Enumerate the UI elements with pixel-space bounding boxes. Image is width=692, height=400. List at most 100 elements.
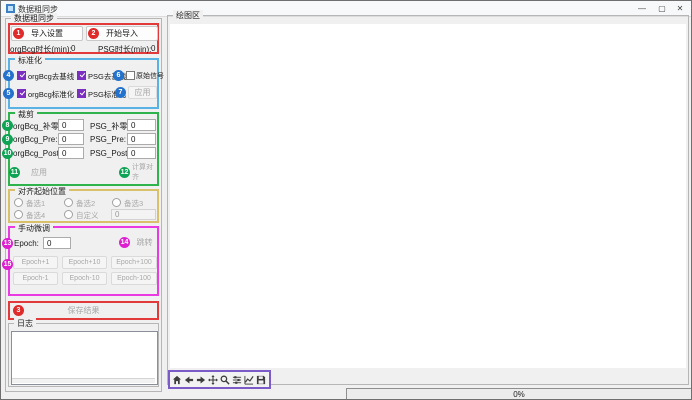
callout-badge-7: 7 bbox=[115, 87, 126, 98]
subplots-icon[interactable] bbox=[231, 374, 242, 385]
calc-align-button[interactable]: 计算对齐 bbox=[131, 165, 159, 179]
log-textarea[interactable] bbox=[11, 331, 158, 385]
epoch-label: Epoch: bbox=[14, 239, 39, 248]
epoch-plus10-button[interactable]: Epoch+10 bbox=[62, 256, 107, 269]
start-import-label: 开始导入 bbox=[106, 28, 138, 39]
callout-badge-6: 6 bbox=[113, 70, 124, 81]
zoom-icon[interactable] bbox=[219, 374, 230, 385]
normalize-highlight-box: 标准化 bbox=[8, 58, 159, 109]
save-icon[interactable] bbox=[255, 374, 266, 385]
epoch-minus10-button[interactable]: Epoch-10 bbox=[62, 272, 107, 285]
align-group-title: 对齐起始位置 bbox=[15, 186, 69, 197]
plot-toolbar bbox=[168, 370, 271, 389]
align-custom-value: 0 bbox=[115, 210, 119, 219]
psg-post-input[interactable]: 0 bbox=[127, 147, 156, 159]
epoch-plus10-label: Epoch+10 bbox=[69, 259, 101, 266]
callout-badge-15: 15 bbox=[2, 259, 13, 270]
epoch-value: 0 bbox=[47, 239, 51, 248]
align-option4-label: 备选4 bbox=[26, 210, 45, 221]
callout-badge-11: 11 bbox=[9, 167, 20, 178]
forward-icon[interactable] bbox=[195, 374, 206, 385]
normalize-apply-button[interactable]: 应用 bbox=[128, 86, 157, 99]
plot-canvas[interactable] bbox=[170, 24, 686, 368]
align-option1-label: 备选1 bbox=[26, 198, 45, 209]
home-icon[interactable] bbox=[171, 374, 182, 385]
psg-duration-label: PSG时长(min): bbox=[98, 44, 151, 55]
log-scrollbar-horizontal[interactable] bbox=[12, 378, 155, 383]
psg-detrend-checkbox[interactable] bbox=[77, 71, 86, 80]
orgbcg-pre-value: 0 bbox=[62, 135, 66, 144]
orgbcg-pre-input[interactable]: 0 bbox=[58, 133, 84, 145]
callout-badge-3: 3 bbox=[13, 305, 24, 316]
orgbcg-detrend-checkbox[interactable] bbox=[17, 71, 26, 80]
epoch-minus1-label: Epoch-1 bbox=[22, 275, 48, 282]
callout-badge-9: 9 bbox=[2, 134, 13, 145]
finetune-group-title: 手动微调 bbox=[15, 223, 53, 234]
psg-pre-input[interactable]: 0 bbox=[127, 133, 156, 145]
align-custom-radio[interactable] bbox=[64, 210, 73, 219]
psg-pre-value: 0 bbox=[131, 135, 135, 144]
align-option2-radio[interactable] bbox=[64, 198, 73, 207]
callout-badge-10: 10 bbox=[2, 148, 13, 159]
app-window: 数据粗同步 — ▢ ✕ 数据粗同步 导入设置 1 开始导入 2 orgBcg时长… bbox=[0, 0, 692, 400]
progress-value: 0% bbox=[513, 390, 525, 399]
callout-badge-12: 12 bbox=[119, 167, 130, 178]
psg-post-label: PSG_Post: bbox=[90, 149, 130, 158]
close-button[interactable]: ✕ bbox=[671, 1, 689, 16]
epoch-plus1-button[interactable]: Epoch+1 bbox=[13, 256, 58, 269]
pan-icon[interactable] bbox=[207, 374, 218, 385]
normalize-apply-label: 应用 bbox=[135, 87, 151, 98]
epoch-plus100-button[interactable]: Epoch+100 bbox=[111, 256, 157, 269]
crop-apply-label: 应用 bbox=[31, 167, 47, 178]
minimize-button[interactable]: — bbox=[633, 1, 651, 16]
callout-badge-1: 1 bbox=[13, 28, 24, 39]
callout-badge-14: 14 bbox=[119, 237, 130, 248]
normalize-group-title: 标准化 bbox=[15, 55, 45, 66]
jump-label: 跳转 bbox=[137, 237, 153, 248]
epoch-minus1-button[interactable]: Epoch-1 bbox=[13, 272, 58, 285]
align-option2-label: 备选2 bbox=[76, 198, 95, 209]
orgbcg-norm-label: orgBcg标准化 bbox=[28, 89, 74, 100]
save-results-label: 保存结果 bbox=[68, 305, 100, 316]
orgbcg-pad-label: orgBcg_补零: bbox=[13, 121, 61, 132]
orgbcg-duration-value: 0 bbox=[71, 44, 75, 53]
callout-badge-13: 13 bbox=[2, 238, 13, 249]
raw-signal-checkbox[interactable] bbox=[126, 71, 135, 80]
psg-pad-value: 0 bbox=[131, 121, 135, 130]
align-custom-input[interactable]: 0 bbox=[111, 209, 156, 220]
orgbcg-norm-checkbox[interactable] bbox=[17, 89, 26, 98]
align-option3-radio[interactable] bbox=[112, 198, 121, 207]
back-icon[interactable] bbox=[183, 374, 194, 385]
psg-pad-label: PSG_补零: bbox=[90, 121, 130, 132]
customize-icon[interactable] bbox=[243, 374, 254, 385]
crop-apply-button[interactable]: 应用 bbox=[22, 165, 56, 179]
epoch-plus100-label: Epoch+100 bbox=[116, 259, 152, 266]
orgbcg-post-label: orgBcg_Post: bbox=[13, 149, 61, 158]
epoch-plus1-label: Epoch+1 bbox=[22, 259, 50, 266]
orgbcg-pre-label: orgBcg_Pre: bbox=[13, 135, 57, 144]
progress-bar: 0% bbox=[346, 388, 692, 400]
epoch-input[interactable]: 0 bbox=[43, 237, 71, 249]
crop-group-title: 裁剪 bbox=[15, 109, 37, 120]
orgbcg-duration-label: orgBcg时长(min): bbox=[10, 44, 72, 55]
epoch-minus100-button[interactable]: Epoch-100 bbox=[111, 272, 157, 285]
import-settings-label: 导入设置 bbox=[31, 28, 63, 39]
psg-duration-value: 0 bbox=[151, 44, 155, 53]
log-group-title: 日志 bbox=[14, 318, 36, 329]
psg-pad-input[interactable]: 0 bbox=[127, 119, 156, 131]
raw-signal-label: 原始信号 bbox=[136, 71, 164, 81]
save-results-button[interactable]: 保存结果 bbox=[11, 303, 156, 317]
align-option4-radio[interactable] bbox=[14, 210, 23, 219]
callout-badge-4: 4 bbox=[3, 70, 14, 81]
psg-norm-checkbox[interactable] bbox=[77, 89, 86, 98]
psg-pre-label: PSG_Pre: bbox=[90, 135, 126, 144]
orgbcg-pad-input[interactable]: 0 bbox=[58, 119, 84, 131]
orgbcg-post-input[interactable]: 0 bbox=[58, 147, 84, 159]
jump-button[interactable]: 跳转 bbox=[131, 236, 158, 249]
app-icon bbox=[6, 4, 15, 13]
orgbcg-detrend-label: orgBcg去基线 bbox=[28, 71, 74, 82]
align-option1-radio[interactable] bbox=[14, 198, 23, 207]
orgbcg-pad-value: 0 bbox=[62, 121, 66, 130]
maximize-button[interactable]: ▢ bbox=[653, 1, 671, 16]
callout-badge-2: 2 bbox=[88, 28, 99, 39]
